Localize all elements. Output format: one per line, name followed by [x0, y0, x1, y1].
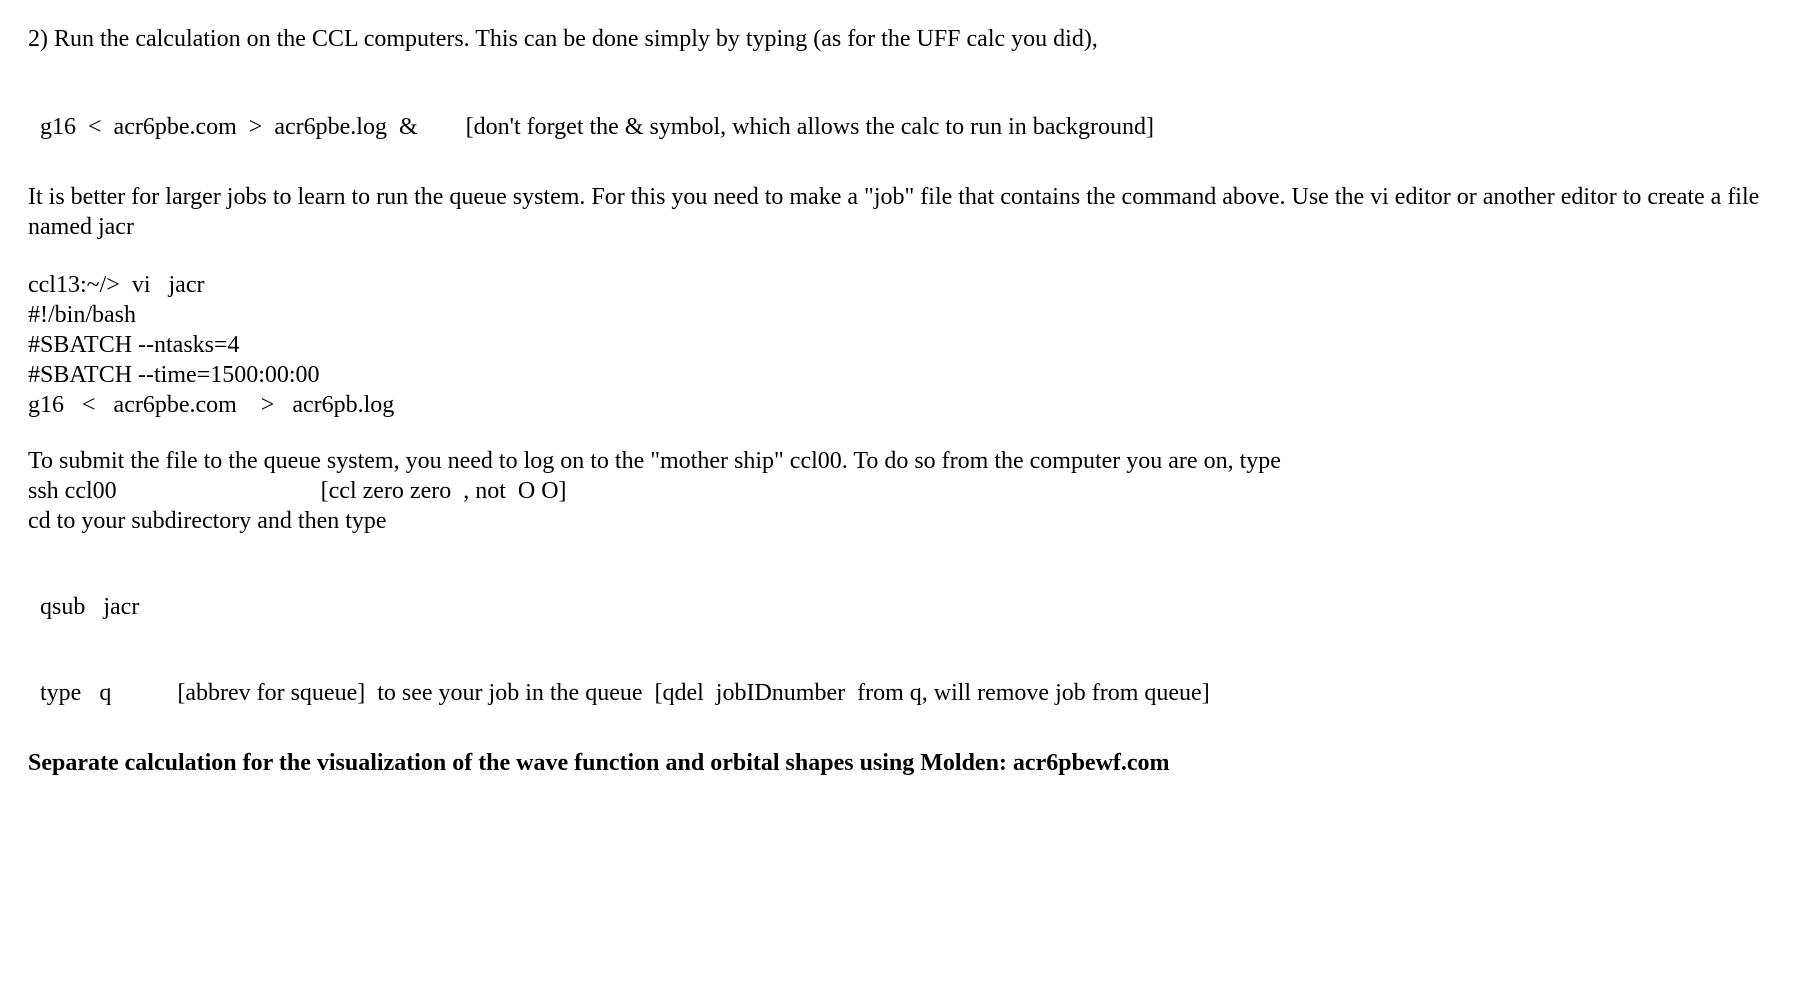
text-line: 2) Run the calculation on the CCL comput… [28, 26, 1098, 52]
code-line-sbatch-time: #SBATCH --time=1500:00:00 [28, 360, 1784, 390]
step-2-intro: 2) Run the calculation on the CCL comput… [28, 24, 1784, 54]
queue-intro: It is better for larger jobs to learn to… [28, 182, 1784, 242]
qsub-line: qsub jacr [28, 562, 1784, 622]
text-line: Separate calculation for the visualizati… [28, 750, 1170, 776]
ssh-line: ssh ccl00 [ccl zero zero , not O O] [28, 476, 1784, 506]
code-line-g16: g16 < acr6pbe.com > acr6pb.log [28, 390, 1784, 420]
g16-command-line: g16 < acr6pbe.com > acr6pbe.log & [don't… [28, 82, 1784, 142]
job-file-contents: ccl13:~/> vi jacr #!/bin/bash #SBATCH --… [28, 270, 1784, 420]
text-line: To submit the file to the queue system, … [28, 446, 1784, 476]
text-line: g16 < acr6pbe.com > acr6pbe.log & [don't… [40, 114, 1154, 140]
text-line: type q [abbrev for squeue] to see your j… [40, 680, 1210, 706]
code-line-sbatch-ntasks: #SBATCH --ntasks=4 [28, 330, 1784, 360]
molden-heading: Separate calculation for the visualizati… [28, 748, 1784, 778]
submit-instructions: To submit the file to the queue system, … [28, 446, 1784, 536]
text-line: cd to your subdirectory and then type [28, 506, 1784, 536]
code-line-shebang: #!/bin/bash [28, 300, 1784, 330]
text-line: qsub jacr [40, 594, 139, 620]
queue-check-line: type q [abbrev for squeue] to see your j… [28, 648, 1784, 708]
code-line-vi: ccl13:~/> vi jacr [28, 270, 1784, 300]
text-line: It is better for larger jobs to learn to… [28, 184, 1759, 240]
